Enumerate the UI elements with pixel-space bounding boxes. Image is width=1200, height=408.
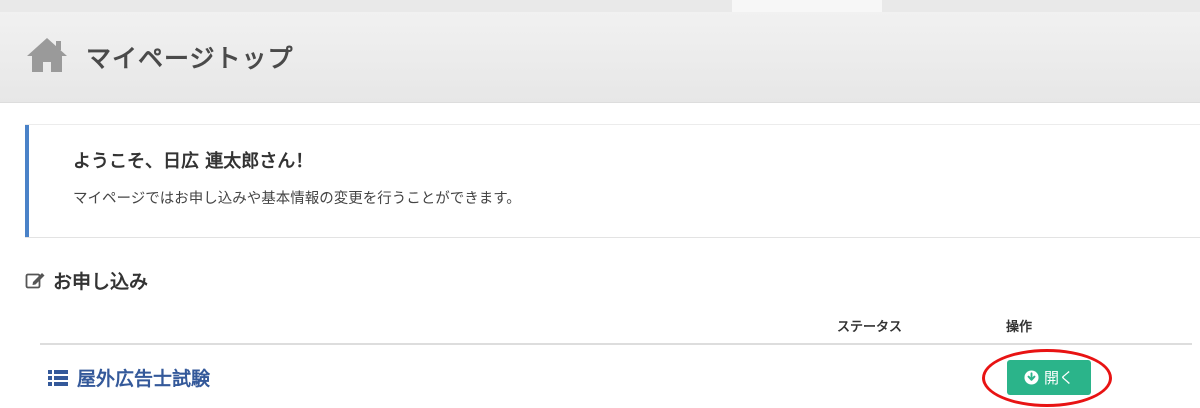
- welcome-title: ようこそ、日広 連太郎さん！: [73, 151, 314, 172]
- home-icon: [27, 38, 67, 72]
- open-button-label: 開く: [1043, 369, 1074, 387]
- circle-arrow-down-icon: [1024, 370, 1039, 385]
- welcome-panel: ようこそ、日広 連太郎さん！ マイページではお申し込みや基本情報の変更を行うこと…: [25, 124, 1200, 238]
- top-navigation-bar: [0, 0, 1200, 12]
- applications-section-header: お申し込み: [25, 267, 148, 293]
- page-title: マイページトップ: [86, 44, 294, 73]
- column-header-status: ステータス: [837, 320, 903, 335]
- edit-icon: [25, 273, 45, 289]
- welcome-message: マイページではお申し込みや基本情報の変更を行うことができます。: [73, 191, 521, 207]
- table-row: 屋外広告士試験: [48, 364, 210, 391]
- welcome-accent-bar: [25, 125, 29, 237]
- column-header-action: 操作: [1006, 320, 1033, 335]
- open-button[interactable]: 開く: [1007, 360, 1091, 395]
- application-name[interactable]: 屋外広告士試験: [77, 364, 210, 391]
- page-header: マイページトップ: [0, 12, 1200, 103]
- section-title: お申し込み: [53, 270, 149, 293]
- table-divider: [40, 343, 1192, 345]
- top-nav-tab[interactable]: [732, 0, 882, 12]
- list-icon: [48, 369, 68, 386]
